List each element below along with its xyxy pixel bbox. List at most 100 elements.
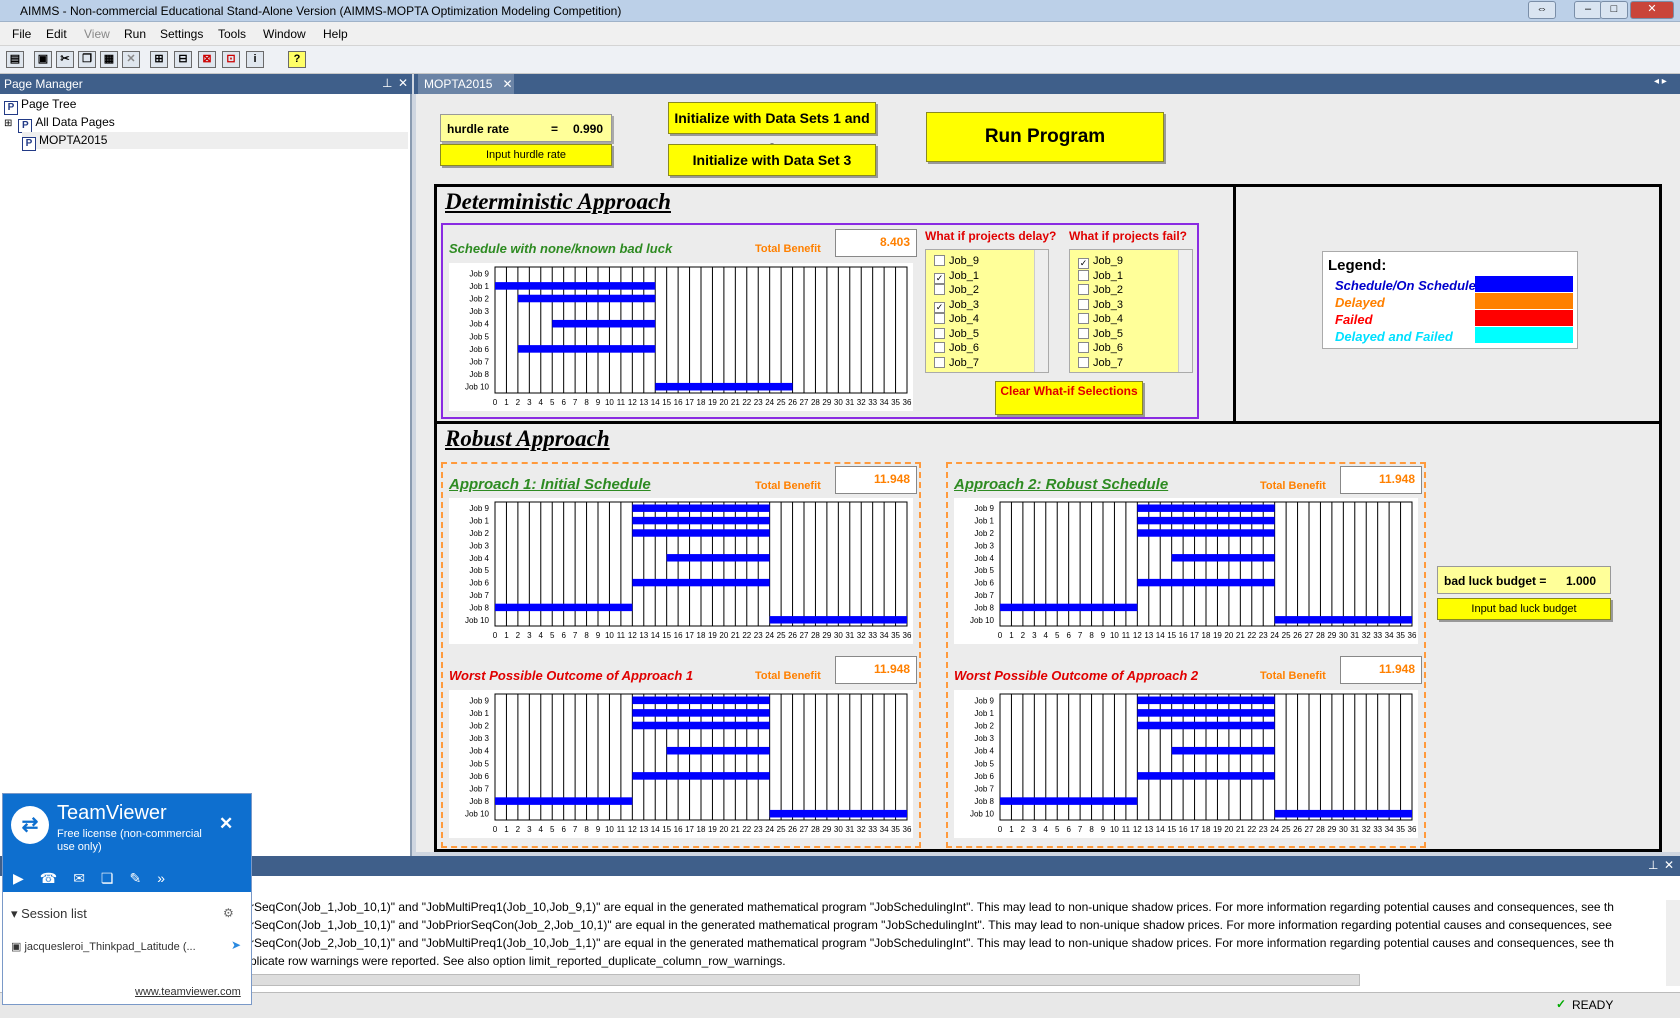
data-icon[interactable]: ⊠ [198,51,216,68]
fail-item[interactable]: ✓ Job_9 [1078,254,1123,269]
fail-list-scrollbar[interactable] [1178,250,1192,372]
clear-whatif-button[interactable]: Clear What-if Selections [995,381,1143,415]
menu-tools[interactable]: Tools [218,27,246,41]
session-list-label[interactable]: ▾ Session list [11,906,87,922]
tick-label: 36 [903,825,912,834]
menu-builder-icon[interactable]: ⊡ [222,51,240,68]
tree-item-all-data-pages[interactable]: ⊞ P All Data Pages [4,114,115,133]
init-12-button[interactable]: Initialize with Data Sets 1 and 2 [668,102,876,156]
delay-item[interactable]: Job_6 [934,341,979,355]
checkbox[interactable] [1078,356,1089,368]
checkbox[interactable] [934,342,945,353]
menu-settings[interactable]: Settings [160,27,203,41]
delay-item[interactable]: Job_2 [934,283,979,297]
checkbox[interactable] [934,327,945,339]
expand-icon[interactable]: ⊞ [4,118,12,129]
page-icon[interactable]: ▤ [6,51,24,68]
input-hurdle-button[interactable]: Input hurdle rate [440,144,612,166]
delete-icon[interactable]: ✕ [122,51,140,68]
close-icon[interactable]: ✕ [1630,1,1674,19]
fail-item[interactable]: Job_5 [1078,327,1123,341]
session-user[interactable]: ▣ jacquesleroi_Thinkpad_Latitude (... [11,940,196,953]
fail-item[interactable]: Job_1 [1078,269,1123,283]
tick-label: 33 [868,631,877,640]
info-icon[interactable]: i [246,51,264,68]
delay-list-scrollbar[interactable] [1034,250,1048,372]
delay-item[interactable]: Job_9 [934,254,979,268]
tick-label: 7 [1078,631,1083,640]
checkbox[interactable] [934,356,945,368]
check-icon: ✓ [1556,997,1567,1011]
checkbox[interactable] [1078,298,1089,310]
checkbox[interactable] [934,284,945,295]
gear-icon[interactable]: ⚙ [223,906,234,920]
model-icon[interactable]: ⊞ [150,51,168,68]
menu-help[interactable]: Help [323,27,348,41]
teamviewer-link[interactable]: www.teamviewer.com [135,986,241,998]
checkbox[interactable]: ✓ [1078,258,1089,269]
pin-icon[interactable]: ⊥ [1648,858,1658,872]
log-vscrollbar[interactable] [1666,900,1680,986]
checkbox[interactable] [1078,342,1089,353]
delay-item[interactable]: ✓ Job_3 [934,298,979,313]
help-icon[interactable]: ? [288,51,306,68]
close-icon[interactable]: ✕ [219,814,233,834]
tick-label: 8 [584,398,589,407]
checkbox[interactable] [934,255,945,266]
copy-icon[interactable]: ❐ [78,51,96,68]
legend-item-label: Failed [1335,312,1373,327]
tick-label: 5 [550,631,555,640]
checkbox[interactable] [1078,313,1089,324]
checkbox[interactable]: ✓ [934,272,945,284]
identifier-icon[interactable]: ⊟ [174,51,192,68]
fail-item[interactable]: Job_6 [1078,341,1123,355]
row-label: Job 5 [974,566,994,575]
menu-window[interactable]: Window [263,27,306,41]
menu-edit[interactable]: Edit [46,27,67,41]
close-tab-icon[interactable]: ✕ [502,77,512,91]
fail-item[interactable]: Job_2 [1078,283,1123,297]
gantt-bar [655,382,793,391]
maximize-icon[interactable]: □ [1600,1,1628,19]
connect-icon[interactable]: ➤ [231,938,241,952]
tab-mopta2015[interactable]: MOPTA2015 ✕ [418,74,514,94]
delay-item[interactable]: Job_7 [934,356,979,370]
teamviewer-actions[interactable]: ▶☎✉❏✎» [13,870,181,887]
close-icon[interactable]: ✕ [398,76,408,90]
log-hscrollbar[interactable] [250,974,1360,986]
checkbox[interactable] [1078,284,1089,295]
restore-icon[interactable]: ⇔ [1528,1,1556,19]
save-icon[interactable]: ▣ [34,51,52,68]
delay-item[interactable]: Job_4 [934,312,979,326]
menu-file[interactable]: File [12,27,31,41]
tick-label: 2 [1021,825,1026,834]
init-3-button[interactable]: Initialize with Data Set 3 [668,144,876,176]
paste-icon[interactable]: ▦ [100,51,118,68]
input-budget-button[interactable]: Input bad luck budget [1437,598,1611,620]
tree-item-page-tree[interactable]: P Page Tree [4,96,76,115]
checkbox[interactable]: ✓ [934,301,945,313]
close-icon[interactable]: ✕ [1664,858,1674,872]
delay-item[interactable]: ✓ Job_1 [934,269,979,284]
tick-label: 18 [697,825,706,834]
pin-icon[interactable]: ⊥ [382,76,392,90]
fail-item[interactable]: Job_3 [1078,298,1123,312]
checkbox[interactable] [1078,327,1089,339]
row-label: Job 2 [974,722,994,731]
cut-icon[interactable]: ✂ [56,51,74,68]
delay-item[interactable]: Job_5 [934,327,979,341]
minimize-icon[interactable]: – [1574,1,1602,19]
run-program-button[interactable]: Run Program [926,112,1164,162]
tick-label: 28 [1316,631,1325,640]
approach2-panel: Approach 2: Robust Schedule Total Benefi… [946,462,1426,848]
fail-item-label: Job_4 [1093,313,1123,325]
checkbox[interactable] [934,313,945,324]
delay-item-label: Job_5 [949,327,979,340]
fail-item[interactable]: Job_4 [1078,312,1123,326]
checkbox[interactable] [1078,269,1089,281]
tab-scroll-icon[interactable]: ◂ ▸ [1654,76,1667,87]
fail-item[interactable]: Job_7 [1078,356,1123,370]
tree-item-mopta2015[interactable]: P MOPTA2015 [22,132,408,151]
menu-view[interactable]: View [84,27,110,41]
menu-run[interactable]: Run [124,27,146,41]
